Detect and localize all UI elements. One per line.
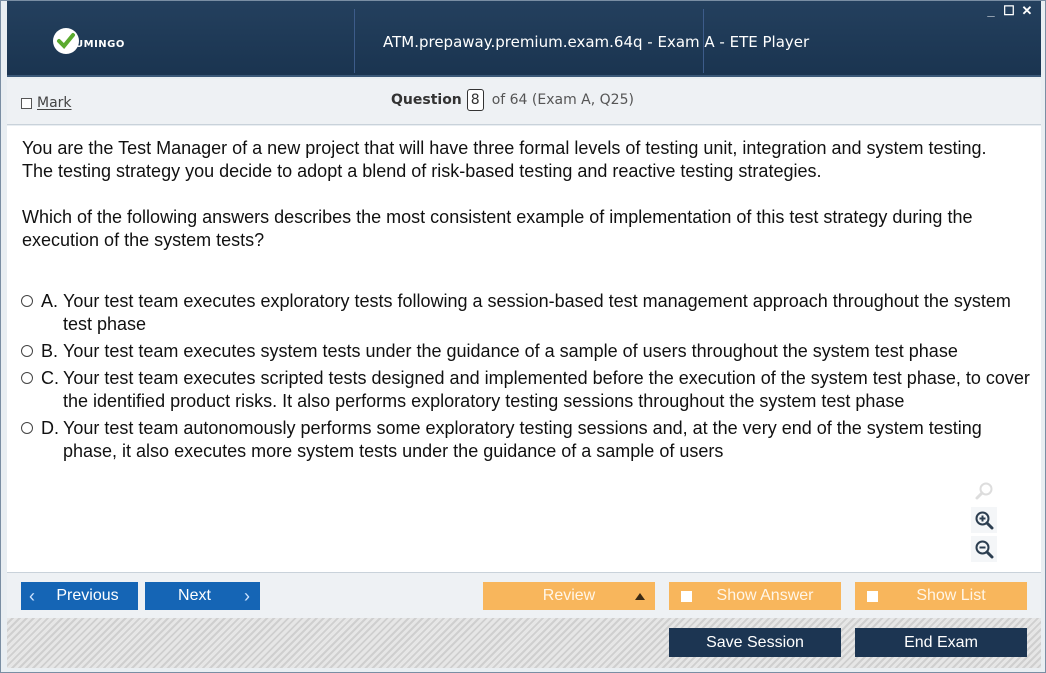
question-number-input[interactable]: 8: [466, 89, 484, 111]
answer-option-a[interactable]: A. Your test team executes exploratory t…: [21, 290, 1031, 336]
window-controls: _ ☐ ✕: [985, 4, 1033, 18]
question-content: You are the Test Manager of a new projec…: [7, 126, 1041, 572]
option-text: Your test team executes system tests und…: [63, 341, 958, 361]
end-exam-button[interactable]: End Exam: [855, 628, 1027, 657]
zoom-out-icon[interactable]: [971, 536, 997, 562]
answer-option-b[interactable]: B. Your test team executes system tests …: [21, 340, 1031, 363]
zoom-in-icon[interactable]: [971, 507, 997, 533]
question-paragraph: Which of the following answers describes…: [22, 207, 973, 250]
question-paragraph: You are the Test Manager of a new projec…: [22, 138, 987, 181]
previous-button[interactable]: ‹ Previous: [21, 582, 138, 610]
option-letter: B.: [41, 341, 59, 361]
option-letter: C.: [41, 368, 59, 388]
close-icon[interactable]: ✕: [1021, 4, 1033, 18]
minimize-icon[interactable]: _: [985, 4, 997, 18]
checkbox-icon[interactable]: [21, 97, 32, 109]
mark-checkbox[interactable]: Mark: [21, 95, 72, 111]
option-text: Your test team executes exploratory test…: [63, 291, 1011, 334]
triangle-up-icon: [635, 592, 645, 600]
logo-text: UMINGO: [75, 38, 125, 50]
radio-button[interactable]: [21, 372, 33, 384]
answer-options: A. Your test team executes exploratory t…: [21, 290, 1031, 467]
option-letter: A.: [41, 291, 59, 311]
radio-button[interactable]: [21, 295, 33, 307]
navigation-bar: ‹ Previous Next › Review Show Answer Sho…: [7, 572, 1041, 618]
answer-option-d[interactable]: D. Your test team autonomously performs …: [21, 417, 1031, 463]
window-title: ATM.prepaway.premium.exam.64q - Exam A -…: [383, 33, 810, 51]
footer-bar: Save Session End Exam: [7, 618, 1041, 668]
next-button[interactable]: Next ›: [145, 582, 260, 610]
show-list-label: Show List: [916, 587, 986, 604]
previous-label: Previous: [56, 587, 119, 604]
checkmark-logo-icon: [53, 28, 79, 54]
title-bar: UMINGO ATM.prepaway.premium.exam.64q - E…: [7, 1, 1041, 77]
maximize-icon[interactable]: ☐: [1003, 4, 1015, 18]
radio-button[interactable]: [21, 345, 33, 357]
save-session-button[interactable]: Save Session: [669, 628, 841, 657]
next-label: Next: [178, 587, 211, 604]
question-counter: Question 8 of 64 (Exam A, Q25): [391, 89, 634, 111]
show-answer-label: Show Answer: [716, 587, 814, 604]
save-session-label: Save Session: [706, 633, 804, 651]
checkbox-icon[interactable]: [867, 590, 878, 602]
question-label: Question: [391, 92, 462, 108]
option-text: Your test team autonomously performs som…: [63, 418, 982, 461]
radio-button[interactable]: [21, 422, 33, 434]
show-answer-button[interactable]: Show Answer: [669, 582, 841, 610]
option-letter: D.: [41, 418, 59, 438]
mark-label: Mark: [37, 95, 72, 111]
show-list-button[interactable]: Show List: [855, 582, 1027, 610]
question-of-label: of 64 (Exam A, Q25): [491, 92, 634, 108]
search-icon[interactable]: [971, 478, 997, 504]
review-button[interactable]: Review: [483, 582, 655, 610]
question-header: Mark Question 8 of 64 (Exam A, Q25): [7, 79, 1041, 125]
zoom-controls: [971, 478, 1001, 562]
app-window: UMINGO ATM.prepaway.premium.exam.64q - E…: [0, 0, 1046, 673]
chevron-left-icon: ‹: [29, 585, 35, 606]
chevron-right-icon: ›: [244, 585, 250, 606]
end-exam-label: End Exam: [904, 633, 978, 651]
review-label: Review: [542, 587, 596, 604]
logo: UMINGO: [53, 27, 125, 55]
title-separator: [354, 9, 355, 73]
option-text: Your test team executes scripted tests d…: [63, 368, 1030, 411]
checkbox-icon[interactable]: [681, 590, 692, 602]
answer-option-c[interactable]: C. Your test team executes scripted test…: [21, 367, 1031, 413]
question-text: You are the Test Manager of a new projec…: [22, 137, 1022, 275]
